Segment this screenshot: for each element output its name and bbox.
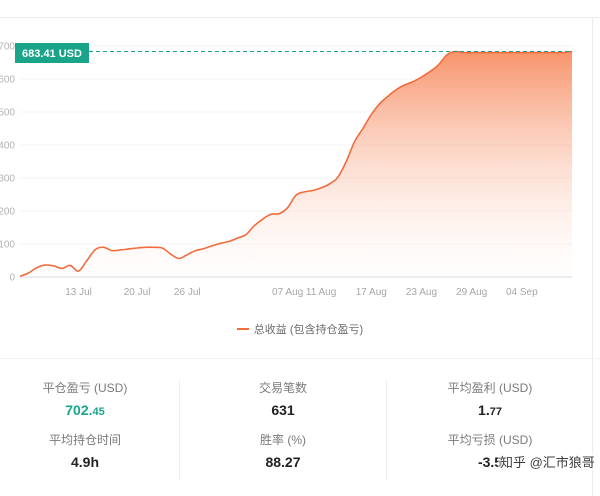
stat-label: 平均亏损 (USD)	[447, 433, 533, 447]
legend-label: 总收益 (包含持仓盈亏)	[253, 324, 364, 336]
stat-value-dec: 77	[489, 406, 502, 418]
stat-label: 交易笔数	[258, 381, 307, 395]
stat-value-int: 702.	[65, 402, 93, 418]
stat-value-int: 1.	[478, 402, 490, 418]
y-tick-label: 400	[0, 141, 15, 152]
y-tick-label: 100	[0, 240, 15, 251]
x-tick-label: 20 Jul	[124, 287, 151, 298]
tooltip-label: 683.41 USD	[22, 48, 82, 60]
column-divider	[179, 380, 180, 480]
legend-swatch	[236, 328, 249, 331]
y-tick-label: 700	[0, 42, 15, 53]
y-tick-label: 200	[0, 207, 15, 218]
x-tick-label: 23 Aug	[406, 287, 437, 298]
x-axis-labels: 13 Jul 20 Jul 26 Jul 07 Aug 11 Aug 17 Aug 23 A…	[65, 287, 538, 298]
y-tick-label: 300	[0, 174, 15, 185]
watermark: 知乎 @汇市狼哥	[498, 452, 597, 471]
stats-divider	[0, 358, 600, 359]
stat-value: 631	[271, 402, 295, 418]
y-tick-label: 0	[9, 273, 15, 284]
stat-label: 平仓盈亏 (USD)	[42, 381, 128, 395]
stat-label: 平均盈利 (USD)	[447, 381, 533, 395]
stat-trade-count: 交易笔数 631	[198, 381, 368, 418]
x-tick-label: 04 Sep	[506, 287, 538, 298]
chart-legend[interactable]: 总收益 (包含持仓盈亏)	[0, 321, 600, 337]
stat-avg-profit: 平均盈利 (USD) 1.77	[405, 381, 575, 420]
stat-value: 88.27	[265, 454, 301, 470]
stat-closed-pnl: 平仓盈亏 (USD) 702.45	[0, 381, 170, 420]
stat-label: 胜率 (%)	[260, 433, 306, 447]
series-area	[20, 51, 572, 278]
stat-value: 1.77	[405, 402, 575, 420]
x-tick-label: 17 Aug	[356, 287, 387, 298]
stat-value: 702.45	[0, 402, 170, 420]
stat-avg-hold-time: 平均持仓时间 4.9h	[0, 433, 170, 470]
x-tick-label: 07 Aug	[272, 287, 303, 298]
x-tick-label: 13 Jul	[65, 287, 92, 298]
column-divider	[386, 380, 387, 480]
x-tick-label: 11 Aug	[306, 287, 336, 298]
x-tick-label: 29 Aug	[456, 287, 487, 298]
x-tick-label: 26 Jul	[174, 287, 201, 298]
y-tick-label: 500	[0, 108, 15, 119]
profit-chart: 0 100 200 300 400 500 600 700 13 Jul 20 Jul 26 Ju…	[0, 42, 573, 298]
y-tick-label: 600	[0, 75, 15, 86]
y-axis-labels: 0 100 200 300 400 500 600 700	[0, 42, 15, 284]
stat-value: 4.9h	[70, 454, 99, 470]
stat-label: 平均持仓时间	[48, 433, 121, 447]
stat-win-rate: 胜率 (%) 88.27	[198, 433, 368, 470]
stat-value-dec: 45	[92, 406, 105, 418]
value-tooltip: 683.41 USD	[15, 43, 89, 63]
